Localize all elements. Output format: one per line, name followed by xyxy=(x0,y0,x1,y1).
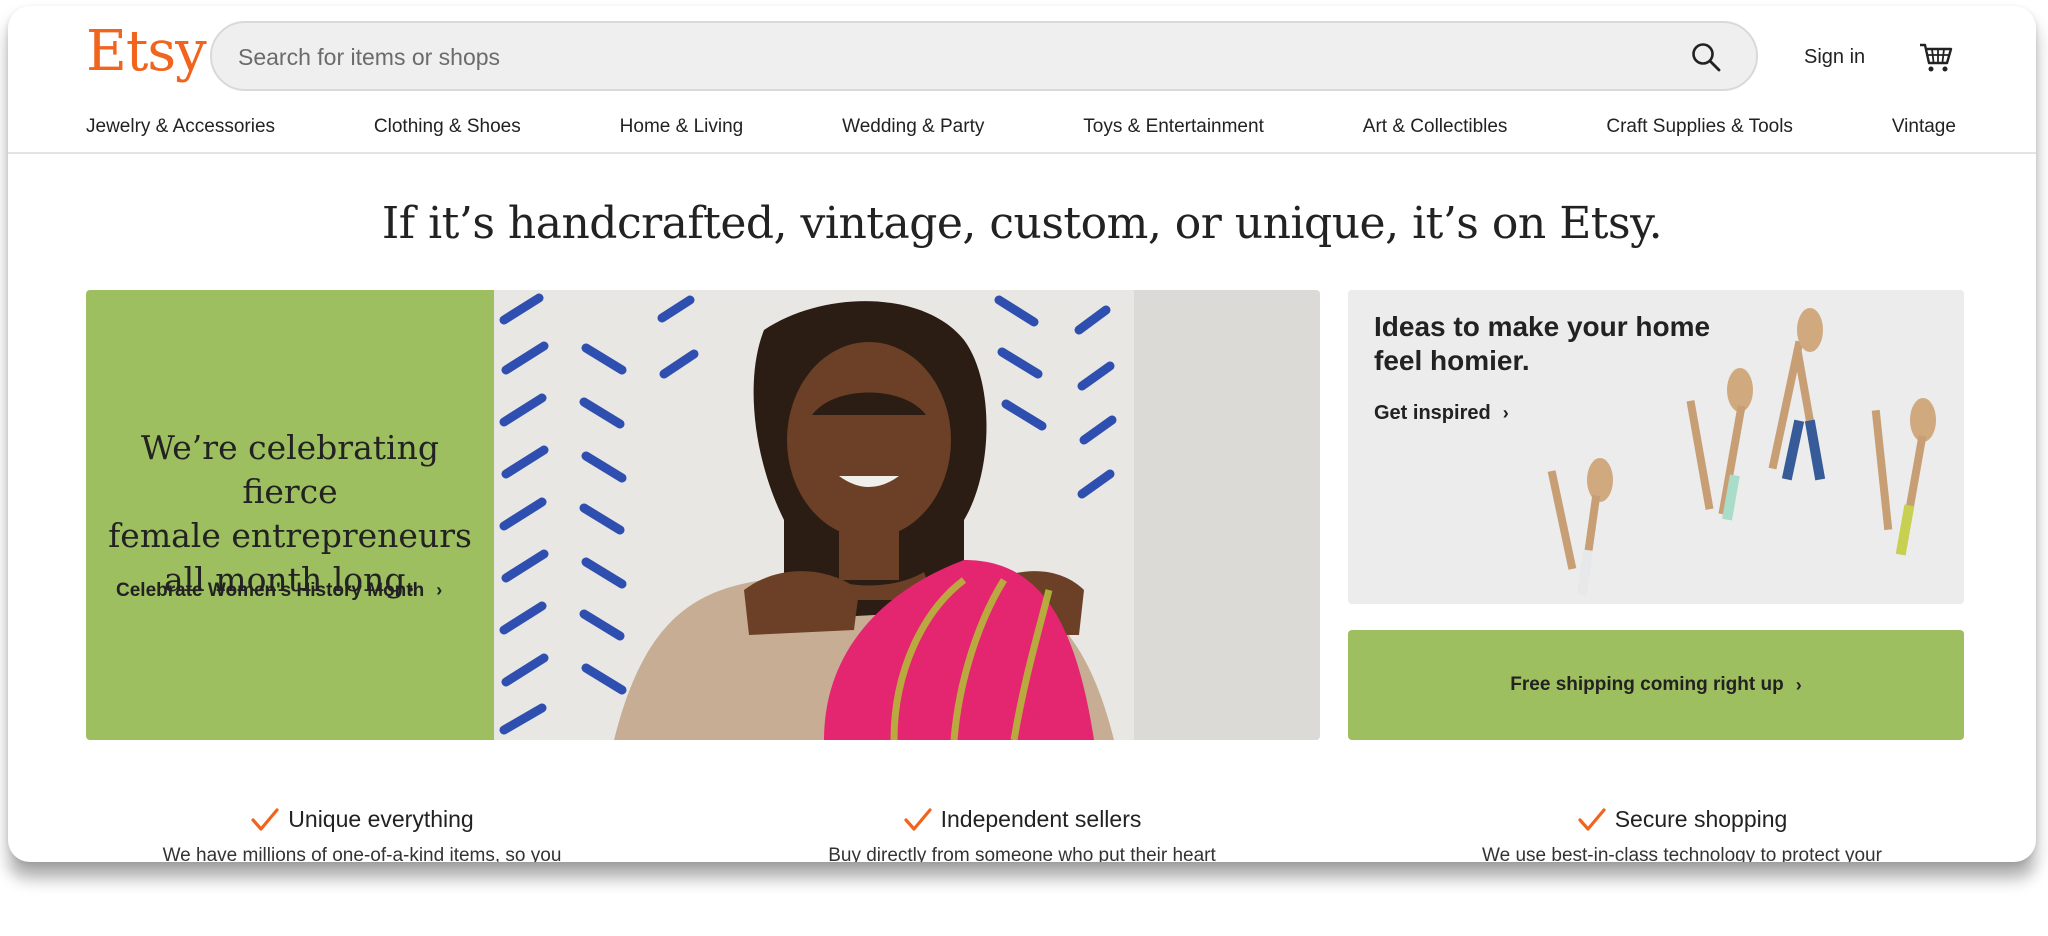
header-divider xyxy=(8,152,2036,154)
search-bar[interactable] xyxy=(210,21,1758,91)
chevron-right-icon: › xyxy=(1795,674,1802,695)
value-prop-secure: Secure shopping We use best-in-class tec… xyxy=(1482,806,1882,862)
search-input[interactable] xyxy=(236,37,1660,77)
value-prop-sellers: Independent sellers Buy directly from so… xyxy=(828,806,1216,862)
category-wedding[interactable]: Wedding & Party xyxy=(842,116,984,146)
hero-photo xyxy=(494,290,1320,740)
home-ideas-card[interactable]: Ideas to make your home feel homier. Get… xyxy=(1348,290,1964,604)
checkmark-icon xyxy=(904,807,932,831)
checkmark-icon xyxy=(251,807,279,831)
get-inspired-link[interactable]: Get inspired › xyxy=(1374,402,1509,425)
search-button[interactable] xyxy=(1686,37,1726,77)
category-art[interactable]: Art & Collectibles xyxy=(1363,116,1508,146)
hero-headline: We’re celebrating fierce female entrepre… xyxy=(108,428,472,599)
cart-button[interactable] xyxy=(1918,40,1954,76)
category-vintage[interactable]: Vintage xyxy=(1892,116,1956,146)
category-nav: Jewelry & Accessories Clothing & Shoes H… xyxy=(86,116,1956,146)
hero-banner[interactable]: We’re celebrating fierce female entrepre… xyxy=(86,290,1320,740)
browser-window: Etsy Sign in Jewelry & Accessories Cloth… xyxy=(8,6,2036,862)
hero-text-panel: We’re celebrating fierce female entrepre… xyxy=(86,290,494,740)
sign-in-link[interactable]: Sign in xyxy=(1804,46,1865,69)
cart-icon xyxy=(1920,43,1953,72)
chevron-right-icon: › xyxy=(1502,403,1509,423)
window-shadow xyxy=(10,860,2034,888)
page-tagline: If it’s handcrafted, vintage, custom, or… xyxy=(381,198,1663,249)
category-craft[interactable]: Craft Supplies & Tools xyxy=(1606,116,1793,146)
category-toys[interactable]: Toys & Entertainment xyxy=(1083,116,1264,146)
home-ideas-title: Ideas to make your home feel homier. xyxy=(1374,311,1711,376)
category-clothing[interactable]: Clothing & Shoes xyxy=(374,116,521,146)
value-prop-unique: Unique everything We have millions of on… xyxy=(162,806,562,862)
etsy-logo[interactable]: Etsy xyxy=(86,24,207,80)
hero-cta-link[interactable]: Celebrate Women's History Month › xyxy=(116,580,442,602)
search-icon xyxy=(1692,43,1721,72)
category-home[interactable]: Home & Living xyxy=(620,116,744,146)
chevron-right-icon: › xyxy=(436,580,443,600)
category-jewelry[interactable]: Jewelry & Accessories xyxy=(86,116,275,146)
free-shipping-banner[interactable]: Free shipping coming right up › xyxy=(1348,630,1964,740)
checkmark-icon xyxy=(1578,807,1606,831)
